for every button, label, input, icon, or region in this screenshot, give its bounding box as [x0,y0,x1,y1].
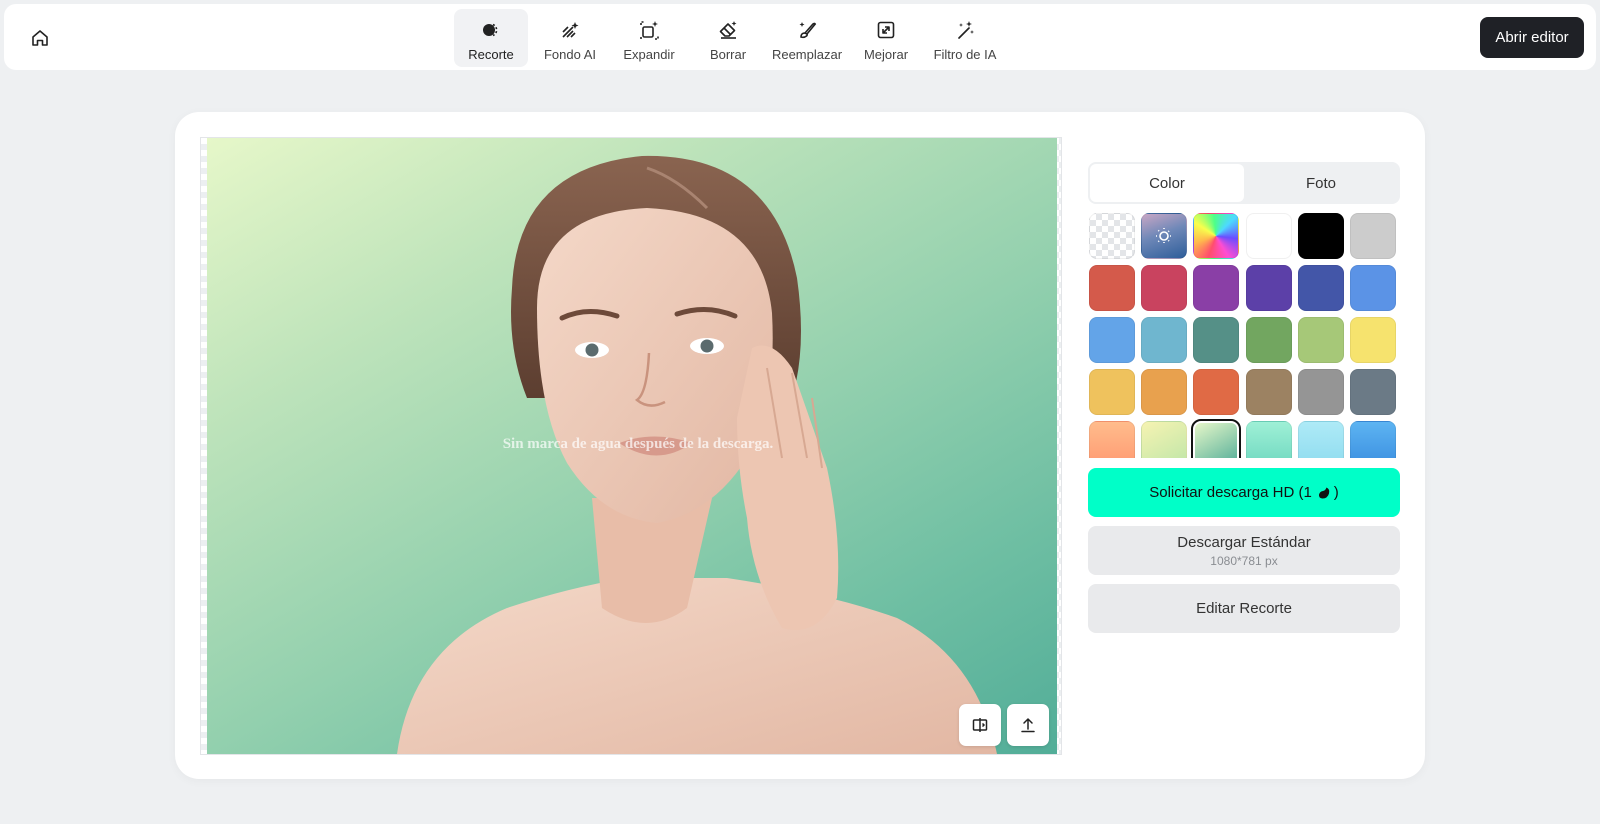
color-picker-icon [1156,228,1173,244]
cutout-icon [480,19,502,41]
replace-brush-icon [796,19,818,41]
credit-bean-icon [1316,485,1332,501]
tab-foto[interactable]: Foto [1244,164,1398,202]
tool-fondo-ai[interactable]: Fondo AI [533,9,607,67]
rainbow-swatch[interactable] [1193,213,1240,259]
home-button[interactable] [26,24,54,52]
ai-background-icon [559,19,581,41]
open-editor-button[interactable]: Abrir editor [1480,17,1584,58]
result-image: Sin marca de agua después de la descarga… [207,138,1057,754]
color-swatch[interactable] [1349,369,1396,415]
color-swatch[interactable] [1245,213,1292,259]
color-swatch[interactable] [1245,421,1292,458]
standard-download-button[interactable]: Descargar Estándar 1080*781 px [1088,526,1400,575]
tab-color[interactable]: Color [1090,164,1244,202]
color-swatch[interactable] [1141,369,1188,415]
compare-button[interactable] [959,704,1001,746]
standard-download-label: Descargar Estándar [1177,533,1311,551]
color-swatch[interactable] [1297,421,1344,458]
image-canvas: Sin marca de agua después de la descarga… [200,137,1062,755]
tool-label: Mejorar [863,47,909,62]
tool-tabs: Recorte Fondo AI Expandir Borrar Reempla… [454,9,1007,67]
color-swatch[interactable] [1089,369,1135,415]
tool-expandir[interactable]: Expandir [612,9,686,67]
hd-download-label: Solicitar descarga HD (1 [1149,484,1312,501]
color-swatch[interactable] [1349,421,1396,458]
tool-reemplazar[interactable]: Reemplazar [770,9,844,67]
image-actions [959,704,1049,746]
color-swatch[interactable] [1141,421,1188,458]
color-picker-swatch[interactable] [1141,213,1188,259]
home-icon [32,30,48,46]
enhance-icon [875,19,897,41]
color-swatch[interactable] [1191,419,1242,458]
tool-label: Expandir [623,47,675,62]
tool-label: Borrar [709,47,747,62]
color-swatch[interactable] [1089,317,1135,363]
color-swatch[interactable] [1245,265,1292,311]
color-swatch[interactable] [1141,317,1188,363]
background-panel: Color Foto Solicitar descarga HD (1 ) De… [1088,162,1400,633]
color-swatch[interactable] [1245,369,1292,415]
color-swatch[interactable] [1089,421,1135,458]
watermark-text: Sin marca de agua después de la descarga… [502,436,774,452]
upload-icon [1021,717,1035,733]
tool-label: Reemplazar [771,47,843,62]
color-swatch[interactable] [1297,213,1344,259]
standard-download-size: 1080*781 px [1210,553,1278,568]
transparent-swatch[interactable] [1089,213,1135,259]
color-swatch[interactable] [1297,369,1344,415]
color-swatch[interactable] [1349,265,1396,311]
color-swatch[interactable] [1193,369,1240,415]
color-swatch[interactable] [1245,317,1292,363]
tool-recorte[interactable]: Recorte [454,9,528,67]
eraser-icon [717,19,739,41]
panel-tabs: Color Foto [1088,162,1400,204]
tool-borrar[interactable]: Borrar [691,9,765,67]
top-toolbar: Recorte Fondo AI Expandir Borrar Reempla… [4,4,1596,70]
color-swatch[interactable] [1089,265,1135,311]
hd-download-suffix: ) [1333,484,1339,501]
main-card: Sin marca de agua después de la descarga… [175,112,1425,779]
tool-mejorar[interactable]: Mejorar [849,9,923,67]
color-swatch[interactable] [1349,213,1396,259]
color-swatch[interactable] [1297,317,1344,363]
edit-cutout-button[interactable]: Editar Recorte [1088,584,1400,633]
tool-label: Fondo AI [543,47,597,62]
color-swatch[interactable] [1193,317,1240,363]
color-swatch[interactable] [1193,265,1240,311]
color-swatch[interactable] [1297,265,1344,311]
expand-icon [638,19,660,41]
compare-icon [972,718,988,732]
hd-download-button[interactable]: Solicitar descarga HD (1 ) [1088,468,1400,517]
color-swatch-grid [1088,212,1400,458]
tool-label: Filtro de IA [933,47,997,62]
color-swatch[interactable] [1349,317,1396,363]
color-swatch[interactable] [1141,265,1188,311]
magic-wand-icon [954,19,976,41]
tool-filtro-ia[interactable]: Filtro de IA [928,9,1002,67]
tool-label: Recorte [468,47,514,62]
upload-button[interactable] [1007,704,1049,746]
